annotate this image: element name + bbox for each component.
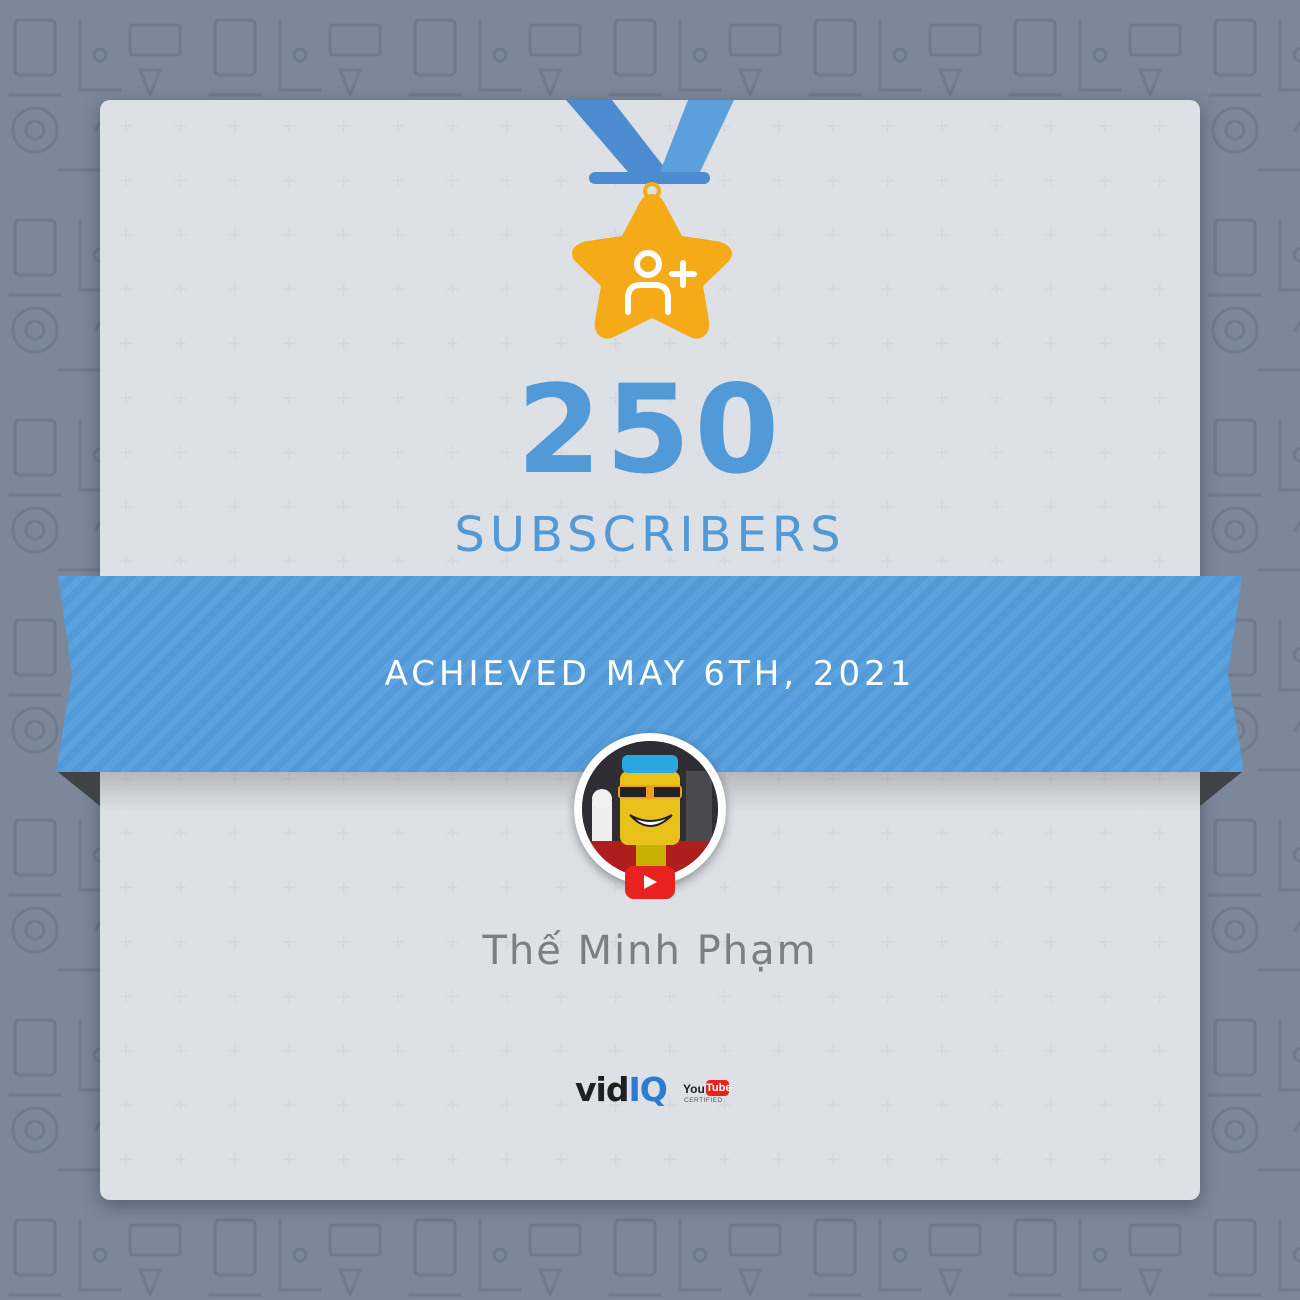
channel-name: Thế Minh Phạm [482,928,818,974]
avatar-image [582,741,718,877]
vidiq-logo: vidIQ You Tube CERTIFIED [575,1070,732,1109]
achieved-date: ACHIEVED MAY 6TH, 2021 [384,654,916,694]
youtube-play-icon [625,866,675,899]
channel-avatar[interactable] [574,733,726,885]
youtube-certified-badge: You Tube CERTIFIED [683,1080,732,1104]
